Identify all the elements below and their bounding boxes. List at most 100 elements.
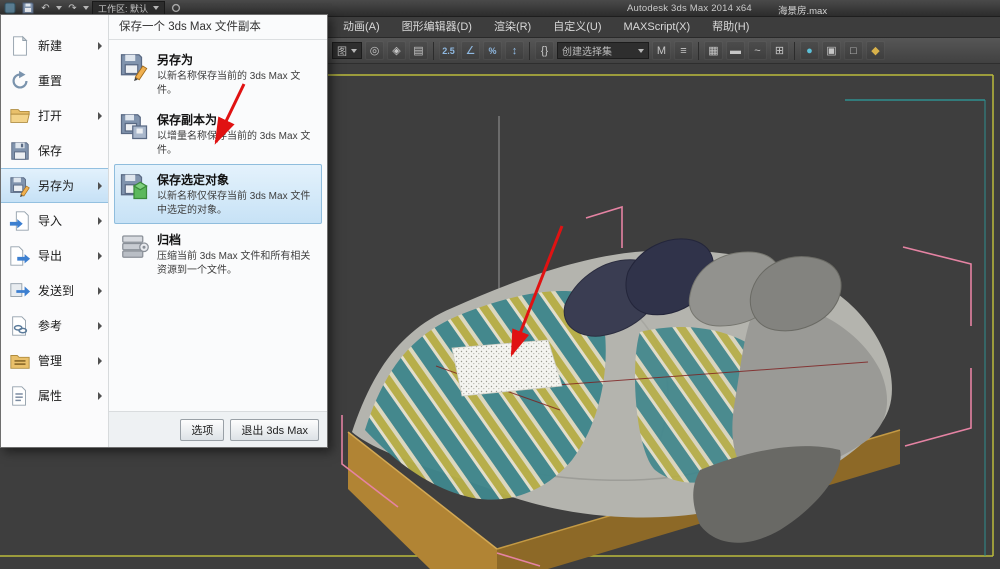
- layer-manager-icon[interactable]: ▦: [704, 41, 723, 60]
- save-as-icon: [9, 175, 31, 197]
- submenu-arrow-icon: [98, 182, 102, 190]
- file-menu-label: 新建: [38, 37, 62, 54]
- 3dsmax-window: ↶ ↷ 工作区: 默认 Autodesk 3ds Max 2014 x64 海景…: [0, 0, 1000, 569]
- select-manipulate-icon[interactable]: ◈: [387, 41, 406, 60]
- file-menu-item-manage[interactable]: 管理: [1, 343, 108, 378]
- file-menu-label: 管理: [38, 352, 62, 369]
- keyboard-override-icon[interactable]: ▤: [409, 41, 428, 60]
- chevron-down-icon: [351, 49, 357, 53]
- app-menu-icon[interactable]: [2, 1, 17, 15]
- render-production-icon[interactable]: ◆: [866, 41, 885, 60]
- spinner-snap-icon[interactable]: ↕: [505, 41, 524, 60]
- file-menu-item-save[interactable]: 保存: [1, 133, 108, 168]
- submenu-arrow-icon: [98, 112, 102, 120]
- file-menu-item-import[interactable]: 导入: [1, 203, 108, 238]
- properties-icon: [9, 385, 31, 407]
- edit-named-selections-icon[interactable]: {}: [535, 41, 554, 60]
- menu-rendering[interactable]: 渲染(R): [483, 17, 542, 38]
- redo-icon[interactable]: ↷: [65, 1, 80, 15]
- save-as-icon: [119, 51, 149, 81]
- submenu-arrow-icon: [98, 357, 102, 365]
- menu-help[interactable]: 帮助(H): [701, 17, 760, 38]
- save-copy-submenu: 保存一个 3ds Max 文件副本 另存为 以新名称保存当前的 3ds Max …: [109, 15, 327, 447]
- save-file-icon: [9, 140, 31, 162]
- file-menu-label: 属性: [38, 387, 62, 404]
- selected-object-plane[interactable]: [452, 340, 562, 396]
- chevron-down-icon: [638, 49, 644, 53]
- application-menu: 新建 重置 打开 保存 另存为: [0, 14, 328, 448]
- application-menu-footer: 选项 退出 3ds Max: [109, 411, 327, 447]
- submenu-item-save-copy-as[interactable]: 保存副本为 以增量名称保存当前的 3ds Max 文件。: [114, 104, 322, 164]
- menu-animation[interactable]: 动画(A): [332, 17, 391, 38]
- file-menu-item-open[interactable]: 打开: [1, 98, 108, 133]
- submenu-arrow-icon: [98, 217, 102, 225]
- submenu-header: 保存一个 3ds Max 文件副本: [109, 15, 327, 40]
- menu-customize[interactable]: 自定义(U): [542, 17, 612, 38]
- file-menu-item-save-as[interactable]: 另存为: [1, 168, 108, 203]
- toolbar-separator: [698, 42, 699, 60]
- send-to-icon: [9, 280, 31, 302]
- submenu-arrow-icon: [98, 392, 102, 400]
- file-menu-label: 发送到: [38, 282, 74, 299]
- submenu-item-desc: 以新名称仅保存当前 3ds Max 文件中选定的对象。: [157, 190, 317, 217]
- submenu-item-title: 保存副本为: [157, 111, 317, 128]
- submenu-arrow-icon: [98, 42, 102, 50]
- file-menu-item-export[interactable]: 导出: [1, 238, 108, 273]
- curve-editor-icon[interactable]: ~: [748, 41, 767, 60]
- submenu-item-save-selected[interactable]: 保存选定对象 以新名称仅保存当前 3ds Max 文件中选定的对象。: [114, 164, 322, 224]
- ribbon-toggle-icon[interactable]: ▬: [726, 41, 745, 60]
- undo-icon[interactable]: ↶: [38, 1, 53, 15]
- bed-model[interactable]: [348, 239, 900, 569]
- reference-coordinate-value: 图: [337, 43, 347, 58]
- submenu-item-desc: 以增量名称保存当前的 3ds Max 文件。: [157, 130, 317, 157]
- angle-snap-icon[interactable]: ∠: [461, 41, 480, 60]
- file-menu-item-properties[interactable]: 属性: [1, 378, 108, 413]
- options-button[interactable]: 选项: [180, 419, 224, 441]
- reference-coordinate-dropdown[interactable]: 图: [332, 42, 362, 59]
- new-file-icon: [9, 35, 31, 57]
- file-menu-label: 参考: [38, 317, 62, 334]
- save-icon[interactable]: [20, 1, 35, 15]
- percent-snap-button[interactable]: %: [483, 41, 502, 60]
- render-setup-icon[interactable]: ▣: [822, 41, 841, 60]
- window-title: Autodesk 3ds Max 2014 x64: [627, 3, 752, 14]
- named-selection-set-dropdown[interactable]: 创建选择集: [557, 42, 649, 59]
- submenu-item-save-as[interactable]: 另存为 以新名称保存当前的 3ds Max 文件。: [114, 44, 322, 104]
- manage-icon: [9, 350, 31, 372]
- file-menu-label: 重置: [38, 72, 62, 89]
- file-menu-label: 保存: [38, 142, 62, 159]
- rendered-frame-window-icon[interactable]: □: [844, 41, 863, 60]
- submenu-item-archive[interactable]: 归档 压缩当前 3ds Max 文件和所有相关资源到一个文件。: [114, 224, 322, 284]
- file-menu-item-new[interactable]: 新建: [1, 28, 108, 63]
- file-menu-label: 另存为: [38, 177, 74, 194]
- exit-button[interactable]: 退出 3ds Max: [230, 419, 319, 441]
- save-selected-icon: [119, 171, 149, 201]
- submenu-item-title: 归档: [157, 231, 317, 248]
- file-menu-item-send-to[interactable]: 发送到: [1, 273, 108, 308]
- workspace-label: 工作区: 默认: [98, 2, 148, 15]
- align-icon[interactable]: ≡: [674, 41, 693, 60]
- file-menu-column: 新建 重置 打开 保存 另存为: [1, 15, 109, 447]
- menu-graph-editors[interactable]: 图形编辑器(D): [391, 17, 483, 38]
- redo-history-caret-icon[interactable]: [83, 6, 89, 10]
- material-editor-icon[interactable]: ●: [800, 41, 819, 60]
- file-menu-item-reset[interactable]: 重置: [1, 63, 108, 98]
- file-menu-item-references[interactable]: 参考: [1, 308, 108, 343]
- workspace-settings-icon[interactable]: [168, 1, 183, 15]
- toolbar-separator: [433, 42, 434, 60]
- open-folder-icon: [9, 105, 31, 127]
- file-menu-label: 打开: [38, 107, 62, 124]
- use-center-icon[interactable]: ◎: [365, 41, 384, 60]
- undo-history-caret-icon[interactable]: [56, 6, 62, 10]
- submenu-item-desc: 以新名称保存当前的 3ds Max 文件。: [157, 70, 317, 97]
- named-selection-set-value: 创建选择集: [562, 43, 612, 58]
- archive-icon: [119, 231, 149, 261]
- toolbar-separator: [529, 42, 530, 60]
- mirror-icon[interactable]: M: [652, 41, 671, 60]
- reset-icon: [9, 70, 31, 92]
- snap-toggle-button[interactable]: 2.5: [439, 41, 458, 60]
- workspace-dropdown[interactable]: 工作区: 默认: [92, 1, 165, 15]
- menu-maxscript[interactable]: MAXScript(X): [613, 17, 702, 38]
- save-copy-icon: [119, 111, 149, 141]
- schematic-view-icon[interactable]: ⊞: [770, 41, 789, 60]
